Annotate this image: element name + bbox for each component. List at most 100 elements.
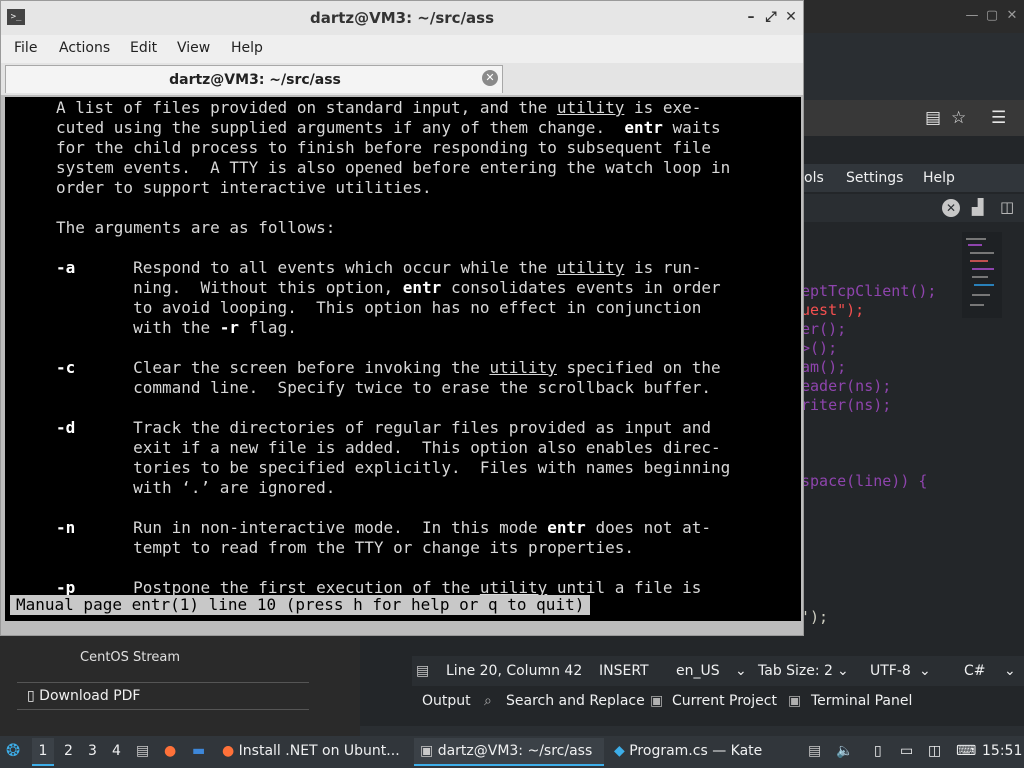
minimize-icon[interactable]: – [743, 9, 759, 25]
language-select[interactable]: C# [964, 663, 986, 679]
man-text: with the [56, 318, 220, 337]
man-text: is exe- [624, 98, 702, 117]
task-label: Program.cs — Kate [629, 743, 763, 759]
clock[interactable]: 15:51 [982, 743, 1022, 759]
tab-title: dartz@VM3: ~/src/ass [169, 72, 341, 88]
close-icon[interactable]: ✕ [1003, 7, 1021, 25]
underlined-term: utility [556, 98, 625, 117]
man-line: for the child process to finish before r… [56, 138, 711, 158]
close-icon[interactable]: ✕ [783, 9, 799, 25]
close-tab-icon[interactable]: ✕ [482, 70, 498, 86]
menu-help[interactable]: Help [231, 40, 263, 56]
maximize-icon[interactable]: ⤢ [763, 9, 779, 25]
firefox-launcher-icon[interactable]: ● [164, 743, 176, 759]
man-line: with the -r flag. [56, 318, 297, 338]
kate-menu-tools[interactable]: ols [804, 170, 824, 186]
split-view-icon[interactable]: ▟ [972, 198, 984, 216]
panel-terminal[interactable]: Terminal Panel [811, 693, 912, 709]
bold-term: -a [56, 258, 76, 277]
search-icon: ⌕ [484, 693, 492, 709]
task-firefox[interactable]: ● Install .NET on Ubunt... [222, 738, 408, 766]
desktop-3[interactable]: 3 [88, 743, 97, 759]
desktop-1[interactable]: 1 [32, 738, 54, 766]
man-line: cuted using the supplied arguments if an… [56, 118, 721, 138]
cursor-position[interactable]: Line 20, Column 42 [446, 663, 582, 679]
pdf-icon: ▯ [27, 688, 35, 704]
centos-stream-link[interactable]: CentOS Stream [80, 650, 180, 665]
menu-file[interactable]: File [14, 40, 37, 56]
man-line: A list of files provided on standard inp… [56, 98, 701, 118]
firefox-icon: ● [222, 743, 235, 759]
man-line: -c Clear the screen before invoking the … [56, 358, 721, 378]
man-text: tempt to read from the TTY or change its… [56, 538, 634, 557]
man-text: to avoid looping. This option has no eff… [56, 298, 702, 317]
terminal-icon: ▣ [420, 743, 434, 759]
man-line: system events. A TTY is also opened befo… [56, 158, 730, 178]
man-text: specified on the [556, 358, 721, 377]
code-line: eptTcpClient(); [801, 282, 937, 300]
bold-term: -r [219, 318, 240, 337]
code-minimap[interactable] [962, 232, 1002, 318]
code-line: eader(ns); [801, 377, 892, 395]
reader-view-icon[interactable]: ▤ [925, 108, 941, 128]
panel-search-replace[interactable]: Search and Replace [506, 693, 645, 709]
dictionary-select[interactable]: en_US [676, 663, 720, 679]
menu-view[interactable]: View [177, 40, 210, 56]
display-icon[interactable]: ▭ [900, 743, 913, 759]
clipboard-icon[interactable]: ▤ [808, 743, 821, 759]
encoding-select[interactable]: UTF-8 [870, 663, 911, 679]
man-text: consolidates events in order [441, 278, 721, 297]
panel-current-project[interactable]: Current Project [672, 693, 777, 709]
panel-output[interactable]: Output [422, 693, 471, 709]
bold-term: entr [624, 118, 663, 137]
code-line: >(); [801, 339, 838, 357]
volume-icon[interactable]: 🔈 [836, 743, 853, 759]
terminal-tab[interactable]: dartz@VM3: ~/src/ass ✕ [5, 65, 503, 93]
code-line: am(); [801, 358, 847, 376]
kate-panel-bar: Output ⌕ Search and Replace ▣ Current Pr… [412, 688, 1024, 714]
terminal-menubar: File Actions Edit View Help [1, 35, 803, 63]
tab-size-select[interactable]: Tab Size: 2 [758, 663, 833, 679]
man-line: -d Track the directories of regular file… [56, 418, 711, 438]
kate-icon: ◆ [614, 743, 625, 759]
man-line: The arguments are as follows: [56, 218, 335, 238]
kate-menu-settings[interactable]: Settings [846, 170, 903, 186]
desktop-4[interactable]: 4 [112, 743, 121, 759]
maximize-icon[interactable]: ▢ [983, 7, 1001, 25]
man-text: cuted using the supplied arguments if an… [56, 118, 625, 137]
project-icon: ▣ [650, 693, 664, 709]
task-kate[interactable]: ◆ Program.cs — Kate [614, 738, 804, 766]
code-token: uest"); [801, 301, 865, 319]
code-line: '); [801, 608, 829, 626]
man-text: The arguments are as follows: [56, 218, 336, 237]
task-terminal[interactable]: ▣ dartz@VM3: ~/src/ass [414, 738, 604, 766]
man-text: exit if a new file is added. This option… [56, 438, 721, 457]
app-launcher-icon[interactable]: ❂ [6, 741, 20, 761]
man-text: does not at- [585, 518, 712, 537]
menu-actions[interactable]: Actions [59, 40, 110, 56]
document-icon: ▤ [416, 663, 430, 679]
terminal-screen[interactable]: A list of files provided on standard inp… [5, 97, 801, 621]
minimize-icon[interactable]: — [963, 7, 981, 25]
close-tab-icon[interactable]: ✕ [942, 199, 960, 217]
bold-term: entr [547, 518, 586, 537]
file-manager-icon[interactable]: ▤ [136, 743, 149, 759]
side-panel-icon[interactable]: ◫ [1000, 198, 1014, 216]
man-line: to avoid looping. This option has no eff… [56, 298, 701, 318]
terminal-titlebar[interactable]: >_ dartz@VM3: ~/src/ass – ⤢ ✕ [1, 1, 803, 35]
keyboard-icon[interactable]: ⌨ [956, 743, 976, 759]
hamburger-menu-icon[interactable]: ☰ [991, 108, 1006, 128]
notes-icon[interactable]: ▯ [874, 743, 882, 759]
code-line: er(); [801, 320, 847, 338]
underlined-term: utility [489, 358, 557, 377]
download-pdf-button[interactable]: ▯ Download PDF [17, 682, 309, 710]
menu-edit[interactable]: Edit [130, 40, 157, 56]
kate-menu-help[interactable]: Help [923, 170, 955, 186]
desktop-2[interactable]: 2 [64, 743, 73, 759]
bookmark-star-icon[interactable]: ☆ [951, 108, 966, 128]
desktop-show-icon[interactable]: ▬ [192, 743, 205, 759]
input-mode[interactable]: INSERT [599, 663, 649, 679]
taskbar: ❂ 1 2 3 4 ▤ ● ▬ ● Install .NET on Ubunt.… [0, 736, 1024, 768]
man-text: flag. [239, 318, 297, 337]
network-icon[interactable]: ◫ [928, 743, 941, 759]
